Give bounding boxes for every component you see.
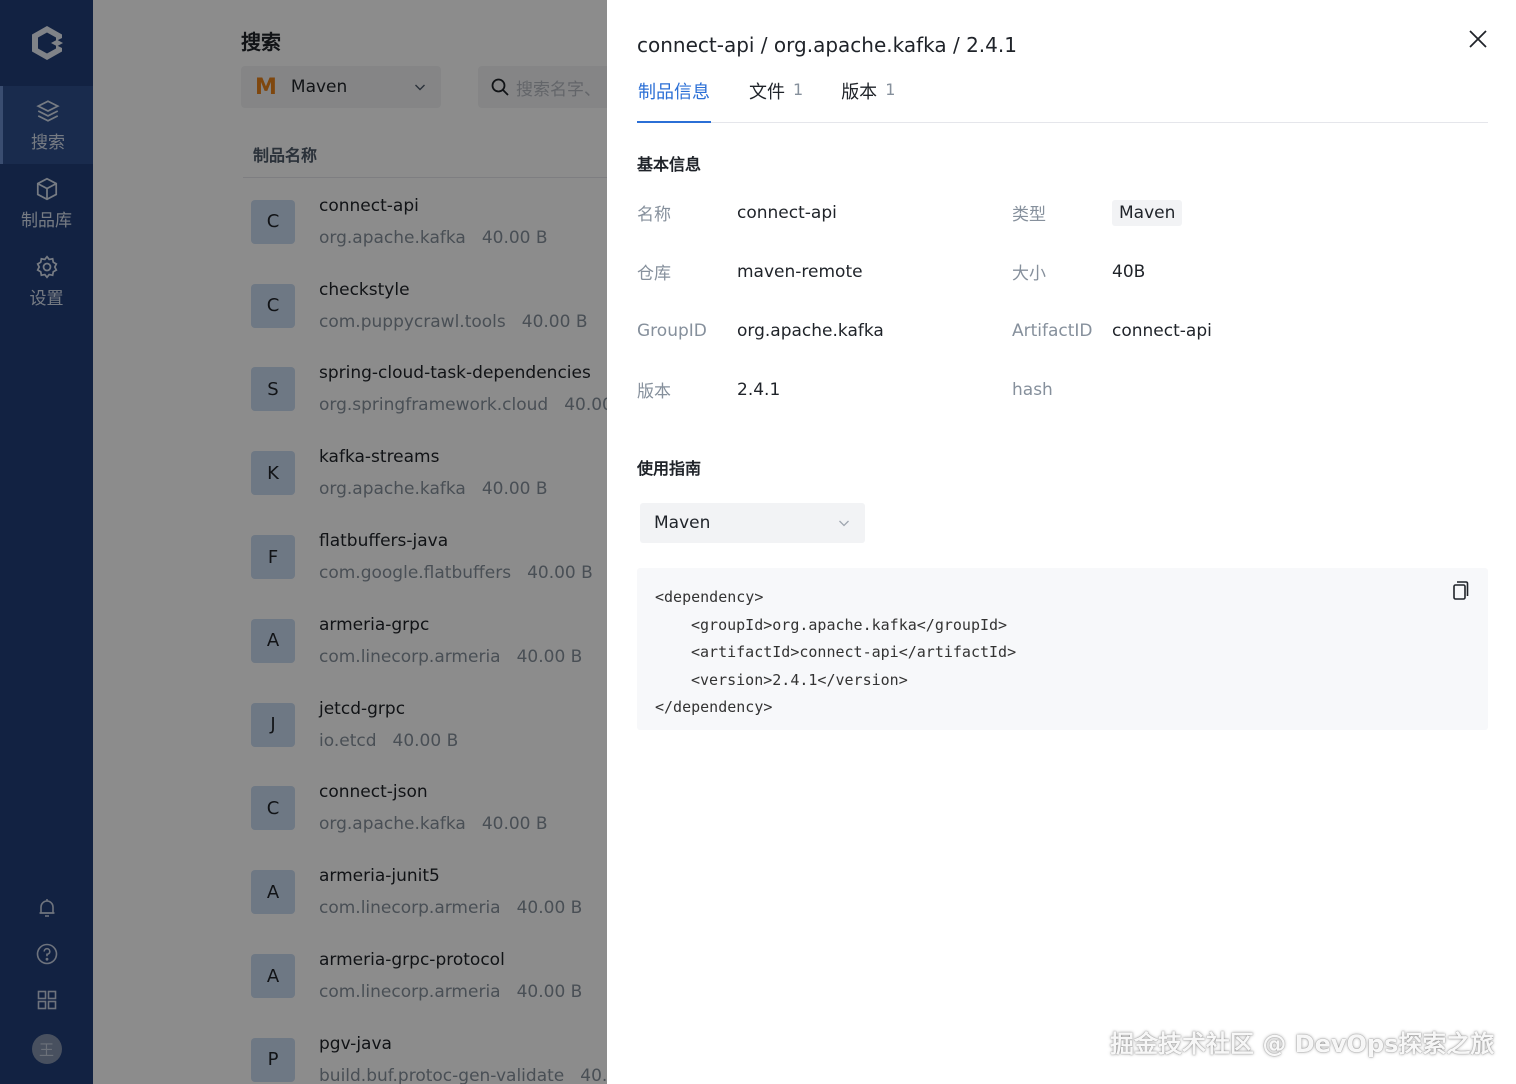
dependency-code-block[interactable]: <dependency> <groupId>org.apache.kafka</… <box>637 568 1488 730</box>
info-value: org.apache.kafka <box>737 320 884 341</box>
info-label: 版本 <box>637 382 671 402</box>
info-value: 2.4.1 <box>737 379 781 400</box>
info-label: hash <box>1012 379 1053 400</box>
info-row: 名称 connect-api 类型 Maven <box>637 183 1488 242</box>
info-value: maven-remote <box>737 261 863 282</box>
info-value: connect-api <box>1112 320 1212 341</box>
info-label: ArtifactID <box>1012 320 1093 341</box>
code-line: </dependency> <box>655 698 773 716</box>
basic-info-grid: 名称 connect-api 类型 Maven 仓库 maven-remote … <box>637 183 1488 419</box>
info-label: 类型 <box>1012 205 1046 225</box>
chevron-down-icon <box>839 520 849 527</box>
modal-backdrop[interactable] <box>0 0 607 1084</box>
tab-label: 文件 <box>749 82 785 103</box>
basic-info-title: 基本信息 <box>637 155 702 174</box>
tab-count: 1 <box>793 80 804 99</box>
tab-count: 1 <box>885 80 896 99</box>
info-row: 版本 2.4.1 hash <box>637 360 1488 419</box>
code-line: <version>2.4.1</version> <box>691 670 908 689</box>
guide-type-select[interactable]: Maven <box>640 503 865 543</box>
info-value: 40B <box>1112 261 1146 282</box>
artifact-detail-drawer: connect-api / org.apache.kafka / 2.4.1 制… <box>607 0 1516 1084</box>
type-tag: Maven <box>1112 199 1183 226</box>
info-label: 名称 <box>637 205 671 225</box>
info-label: GroupID <box>637 320 707 341</box>
usage-guide-title: 使用指南 <box>637 459 702 478</box>
code-line: <groupId>org.apache.kafka</groupId> <box>691 615 1008 634</box>
copy-icon[interactable] <box>1450 580 1470 602</box>
guide-type-value: Maven <box>654 513 711 533</box>
info-label: 仓库 <box>637 264 671 284</box>
tab-artifact-info[interactable]: 制品信息 <box>637 70 711 123</box>
watermark: 掘金技术社区 @ DevOps探索之旅 <box>1110 1030 1495 1058</box>
close-button[interactable] <box>1465 26 1491 52</box>
tab-versions[interactable]: 版本 1 <box>841 70 895 123</box>
info-value: connect-api <box>737 202 837 223</box>
tab-label: 版本 <box>841 82 878 103</box>
tab-label: 制品信息 <box>638 82 710 103</box>
code-line: <dependency> <box>655 588 764 606</box>
drawer-title: connect-api / org.apache.kafka / 2.4.1 <box>637 33 1017 57</box>
close-icon <box>1469 30 1487 48</box>
info-label: 大小 <box>1012 264 1046 284</box>
tab-files[interactable]: 文件 1 <box>749 70 803 123</box>
info-row: GroupID org.apache.kafka ArtifactID conn… <box>637 301 1488 360</box>
code-line: <artifactId>connect-api</artifactId> <box>691 643 1017 661</box>
info-row: 仓库 maven-remote 大小 40B <box>637 242 1488 301</box>
drawer-tabs: 制品信息 文件 1 版本 1 <box>637 70 1488 123</box>
